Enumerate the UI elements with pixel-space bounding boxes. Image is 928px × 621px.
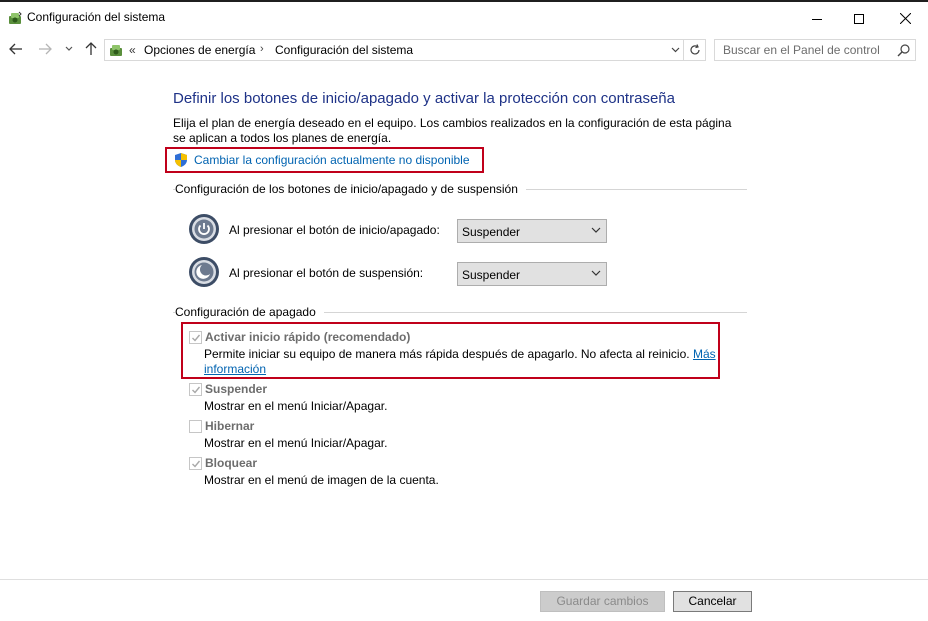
- breadcrumb-separator[interactable]: ›: [260, 43, 264, 55]
- recent-locations-button[interactable]: [59, 38, 79, 60]
- lock-option-description: Mostrar en el menú de imagen de la cuent…: [204, 473, 439, 487]
- back-button[interactable]: [5, 38, 27, 60]
- cancel-button[interactable]: Cancelar: [673, 591, 752, 612]
- change-settings-label[interactable]: Cambiar la configuración actualmente no …: [194, 153, 470, 167]
- title-bar: Configuración del sistema: [0, 2, 928, 33]
- close-icon: [899, 13, 911, 24]
- power-button-icon: [189, 214, 219, 244]
- chevron-down-icon: [671, 47, 679, 53]
- checkmark-icon: [192, 334, 201, 342]
- sleep-button-label: Al presionar el botón de suspensión:: [229, 266, 424, 280]
- search-box[interactable]: [714, 39, 916, 61]
- fast-startup-checkbox[interactable]: [189, 331, 202, 344]
- uac-shield-icon: [175, 153, 187, 167]
- hibernate-option-description: Mostrar en el menú Iniciar/Apagar.: [204, 436, 388, 450]
- power-button-action-select[interactable]: Suspender: [457, 219, 607, 243]
- checkmark-icon: [192, 386, 201, 394]
- back-arrow-icon: [9, 43, 22, 55]
- power-options-app-icon: [9, 11, 22, 24]
- up-button[interactable]: [80, 38, 102, 60]
- select-value: Suspender: [462, 268, 521, 282]
- address-bar[interactable]: « Opciones de energía › Configuración de…: [104, 39, 684, 61]
- shutdown-section-title: Configuración de apagado: [175, 305, 324, 319]
- lock-option-title: Bloquear: [205, 456, 258, 470]
- footer-divider: [0, 579, 928, 580]
- breadcrumb-system-settings[interactable]: Configuración del sistema: [275, 43, 413, 57]
- forward-button[interactable]: [34, 38, 56, 60]
- sleep-checkbox[interactable]: [189, 383, 202, 396]
- chevron-down-icon: [65, 46, 73, 51]
- power-button-label: Al presionar el botón de inicio/apagado:: [229, 223, 440, 237]
- breadcrumb-overflow[interactable]: «: [129, 43, 136, 57]
- window-title: Configuración del sistema: [27, 10, 166, 24]
- search-input[interactable]: [715, 40, 893, 60]
- search-icon[interactable]: [897, 43, 911, 57]
- save-changes-button[interactable]: Guardar cambios: [540, 591, 665, 612]
- close-button[interactable]: [882, 4, 928, 33]
- page-description: Elija el plan de energía deseado en el e…: [173, 116, 732, 145]
- lock-checkbox[interactable]: [189, 457, 202, 470]
- fast-startup-description: Permite iniciar su equipo de manera más …: [204, 347, 716, 361]
- select-value: Suspender: [462, 225, 521, 239]
- up-arrow-icon: [85, 42, 97, 55]
- refresh-button[interactable]: [684, 39, 706, 61]
- checkmark-icon: [192, 460, 201, 468]
- control-panel-icon: [110, 45, 122, 56]
- refresh-icon: [689, 44, 700, 55]
- sleep-option-description: Mostrar en el menú Iniciar/Apagar.: [204, 399, 388, 413]
- fast-startup-title: Activar inicio rápido (recomendado): [205, 330, 411, 344]
- maximize-icon: [854, 13, 864, 24]
- minimize-button[interactable]: [794, 4, 840, 33]
- hibernate-checkbox[interactable]: [189, 420, 202, 433]
- more-info-link[interactable]: Más: [693, 347, 716, 361]
- hibernate-option-title: Hibernar: [205, 419, 255, 433]
- page-title: Definir los botones de inicio/apagado y …: [173, 90, 675, 107]
- minimize-icon: [812, 18, 822, 20]
- more-info-link-continued[interactable]: información: [204, 362, 266, 376]
- breadcrumb-power-options[interactable]: Opciones de energía: [144, 43, 255, 57]
- forward-arrow-icon: [39, 43, 52, 55]
- chevron-down-icon: [591, 227, 601, 233]
- buttons-section-title: Configuración de los botones de inicio/a…: [175, 182, 526, 196]
- maximize-button[interactable]: [836, 4, 882, 33]
- sleep-button-action-select[interactable]: Suspender: [457, 262, 607, 286]
- address-dropdown-button[interactable]: [667, 42, 683, 58]
- sleep-button-icon: [189, 257, 219, 287]
- chevron-down-icon: [591, 270, 601, 276]
- change-settings-link[interactable]: Cambiar la configuración actualmente no …: [173, 150, 470, 170]
- sleep-option-title: Suspender: [205, 382, 268, 396]
- fast-startup-description-text: Permite iniciar su equipo de manera más …: [204, 347, 690, 361]
